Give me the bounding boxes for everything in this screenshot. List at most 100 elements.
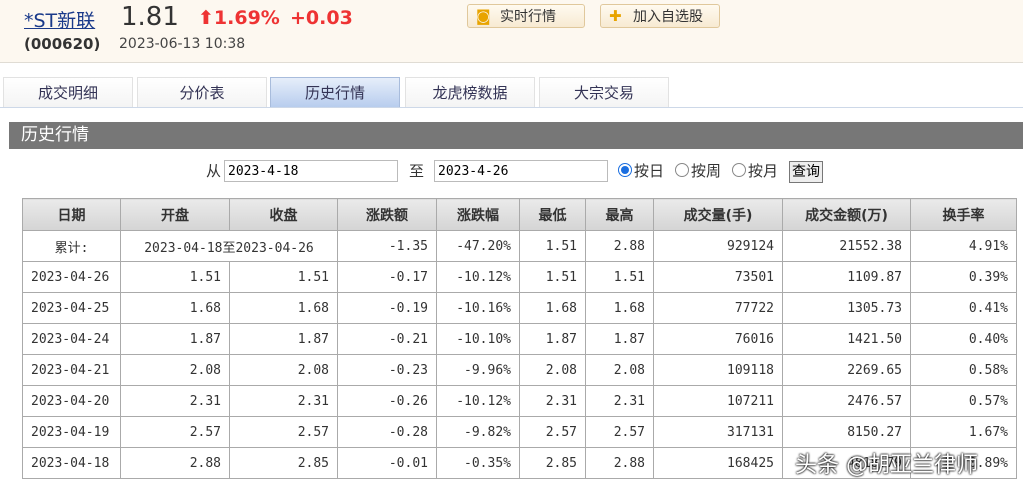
column-header: 成交量(手)	[653, 198, 783, 231]
radio-daily[interactable]: 按日	[618, 160, 664, 181]
table-cell: 1.68	[229, 292, 338, 324]
table-cell: 1.87	[519, 323, 586, 355]
table-cell: 168425	[653, 447, 783, 479]
table-cell: 2.85	[519, 447, 586, 479]
table-row: 2023-04-24 1.87 1.87 -0.21 -10.10% 1.87 1.87 76…	[22, 323, 1017, 355]
table-cell: 2.31	[120, 385, 230, 417]
realtime-quote-button[interactable]: ◙ 实时行情	[467, 4, 585, 28]
table-row: 2023-04-19 2.57 2.57 -0.28 -9.82% 2.57 2.57 317…	[22, 416, 1017, 448]
table-cell: 2269.65	[782, 354, 911, 386]
table-cell: 107211	[653, 385, 783, 417]
table-cell: -10.12%	[436, 261, 520, 293]
summary-pct: -47.20%	[436, 230, 520, 262]
table-cell: -9.82%	[436, 416, 520, 448]
table-cell: 109118	[653, 354, 783, 386]
table-cell: -10.16%	[436, 292, 520, 324]
table-cell: 1.67%	[910, 416, 1017, 448]
section-title: 历史行情	[9, 122, 1023, 149]
stock-name-link[interactable]: *ST新联	[24, 6, 95, 33]
table-row: 2023-04-21 2.08 2.08 -0.23 -9.96% 2.08 2.08 109…	[22, 354, 1017, 386]
table-cell: 1.87	[120, 323, 230, 355]
history-table: 日期 开盘 收盘 涨跌额 涨跌幅 最低 最高 成交量(手) 成交金额(万) 换手率 累计: 202…	[22, 198, 1017, 479]
query-button[interactable]: 查询	[789, 161, 823, 183]
tab-trade-detail[interactable]: 成交明细	[3, 77, 133, 107]
monthly-label: 按月	[748, 162, 779, 180]
column-header: 最高	[585, 198, 654, 231]
table-cell: -0.01	[337, 447, 437, 479]
summary-amt: 21552.38	[782, 230, 911, 262]
change-percent-value: 1.69%	[213, 7, 280, 29]
tab-bar: 成交明细 分价表 历史行情 龙虎榜数据 大宗交易	[0, 76, 1023, 108]
table-row: 2023-04-25 1.68 1.68 -0.19 -10.16% 1.68 1.68 77…	[22, 292, 1017, 324]
table-cell: 76016	[653, 323, 783, 355]
table-cell: -10.12%	[436, 385, 520, 417]
daily-label: 按日	[634, 162, 665, 180]
clock-icon: ◙	[476, 7, 491, 25]
table-cell: -0.28	[337, 416, 437, 448]
table-cell: 2.08	[120, 354, 230, 386]
realtime-label: 实时行情	[500, 9, 556, 25]
stock-price: 1.81	[121, 2, 179, 32]
table-cell: 2.08	[519, 354, 586, 386]
summary-chg: -1.35	[337, 230, 437, 262]
table-cell: 2.57	[519, 416, 586, 448]
table-cell: 2.08	[229, 354, 338, 386]
column-header: 涨跌额	[337, 198, 437, 231]
column-header: 收盘	[229, 198, 338, 231]
table-cell: 2023-04-20	[22, 385, 121, 417]
summary-vol: 929124	[653, 230, 783, 262]
radio-icon	[675, 163, 689, 177]
table-cell: 1.51	[229, 261, 338, 293]
table-cell: 1.51	[519, 261, 586, 293]
table-cell: 1.87	[585, 323, 654, 355]
stock-code: (000620)	[24, 35, 101, 53]
add-watchlist-label: 加入自选股	[633, 9, 703, 25]
table-cell: -0.23	[337, 354, 437, 386]
table-cell: 1421.50	[782, 323, 911, 355]
radio-monthly[interactable]: 按月	[732, 160, 778, 181]
tab-block-trade[interactable]: 大宗交易	[539, 77, 669, 107]
to-label: 至	[409, 162, 425, 180]
table-cell: 1109.87	[782, 261, 911, 293]
summary-turn: 4.91%	[910, 230, 1017, 262]
summary-label: 累计:	[22, 230, 121, 262]
add-watchlist-button[interactable]: ✚ 加入自选股	[600, 4, 720, 28]
column-header: 开盘	[120, 198, 230, 231]
tab-price-table[interactable]: 分价表	[137, 77, 267, 107]
to-date-input[interactable]: 2023-4-26	[434, 160, 608, 182]
table-row: 2023-04-20 2.31 2.31 -0.26 -10.12% 2.31 2.31 10…	[22, 385, 1017, 417]
radio-weekly[interactable]: 按周	[675, 160, 721, 181]
table-cell: 2023-04-26	[22, 261, 121, 293]
quote-time: 2023-06-13 10:38	[119, 36, 246, 52]
table-cell: -10.10%	[436, 323, 520, 355]
change-amount: +0.03	[290, 7, 353, 29]
table-cell: -0.19	[337, 292, 437, 324]
tab-dragon-tiger[interactable]: 龙虎榜数据	[405, 77, 535, 107]
summary-low: 1.51	[519, 230, 586, 262]
table-cell: 0.40%	[910, 323, 1017, 355]
table-cell: 2.88	[120, 447, 230, 479]
tab-history[interactable]: 历史行情	[270, 77, 400, 107]
table-cell: 2.88	[585, 447, 654, 479]
table-cell: 1.51	[120, 261, 230, 293]
table-cell: 2.57	[120, 416, 230, 448]
table-cell: 2023-04-25	[22, 292, 121, 324]
table-cell: 8150.27	[782, 416, 911, 448]
table-cell: 317131	[653, 416, 783, 448]
table-cell: 0.41%	[910, 292, 1017, 324]
table-cell: 2023-04-24	[22, 323, 121, 355]
column-header: 换手率	[910, 198, 1017, 231]
table-cell: -0.26	[337, 385, 437, 417]
summary-high: 2.88	[585, 230, 654, 262]
stock-header: *ST新联 (000620) 1.81 ⬆1.69% +0.03 2023-06…	[0, 0, 1023, 63]
from-date-input[interactable]: 2023-4-18	[224, 160, 398, 182]
table-cell: 1.87	[229, 323, 338, 355]
radio-icon	[732, 163, 746, 177]
table-cell: 2023-04-18	[22, 447, 121, 479]
radio-icon	[618, 163, 632, 177]
table-cell: 0.57%	[910, 385, 1017, 417]
table-cell: 2.31	[519, 385, 586, 417]
column-header: 成交金额(万)	[782, 198, 911, 231]
summary-row: 累计: 2023-04-18至2023-04-26 -1.35 -47.20% …	[22, 230, 1017, 262]
table-cell: 2.31	[229, 385, 338, 417]
